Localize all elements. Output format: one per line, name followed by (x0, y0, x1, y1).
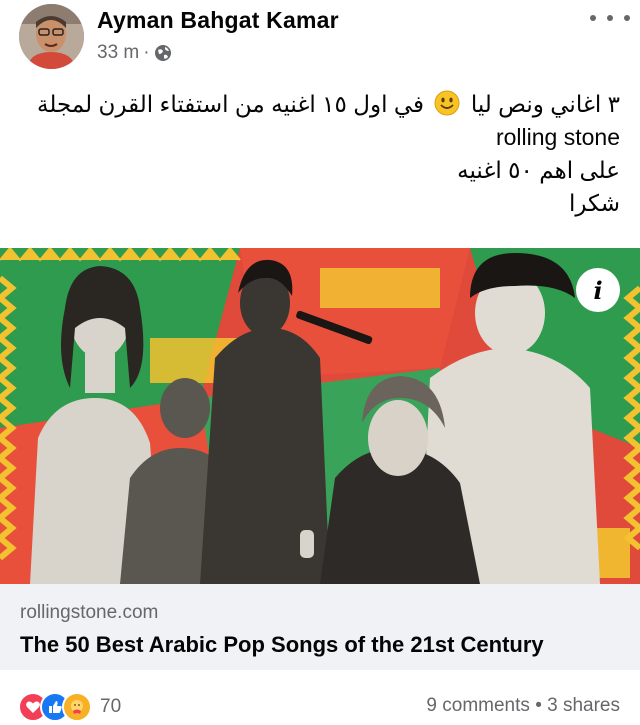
reaction-count[interactable]: 70 (100, 696, 121, 718)
link-preview-image[interactable] (0, 248, 640, 584)
more-options-button[interactable] (590, 10, 630, 26)
more-dot (590, 15, 596, 21)
comments-count[interactable]: 9 comments (426, 695, 529, 716)
info-button[interactable]: i (576, 268, 620, 312)
post-text: ٣ اغاني ونص ليا في اول ١٥ اغنيه من استفت… (20, 88, 620, 220)
post-text-line-2: rolling stone (495, 124, 620, 150)
more-dot (607, 15, 613, 21)
reactions-summary[interactable]: 70 (18, 692, 121, 722)
post-text-line-1: ٣ اغاني ونص ليا في اول ١٥ اغنيه من استفت… (20, 88, 620, 121)
author-name[interactable]: Ayman Bahgat Kamar (97, 7, 339, 34)
post-footer: 70 9 comments • 3 shares (0, 688, 640, 725)
slightly-smiling-face-emoji (434, 90, 460, 116)
post-header: Ayman Bahgat Kamar 33 m · (0, 0, 640, 80)
link-preview-box[interactable]: rollingstone.com The 50 Best Arabic Pop … (0, 584, 640, 670)
more-dot (624, 15, 630, 21)
meta-separator: · (143, 42, 150, 63)
care-icon (62, 692, 92, 722)
link-title[interactable]: The 50 Best Arabic Pop Songs of the 21st… (20, 632, 544, 658)
post-time[interactable]: 33 m (97, 42, 139, 64)
artists-collage (0, 248, 640, 584)
post-text-segment: في اول ١٥ اغنيه من استفتاء القرن لمجلة (37, 91, 425, 117)
post-text-line-3: على اهم ٥٠ اغنيه (457, 157, 620, 183)
post-text-line-4: شكرا (568, 190, 620, 216)
author-avatar[interactable] (19, 4, 84, 69)
shares-count[interactable]: 3 shares (547, 695, 620, 716)
post-text-segment: ٣ اغاني ونص ليا (470, 91, 620, 117)
link-domain: rollingstone.com (20, 602, 159, 623)
engagement-stats: 9 comments • 3 shares (426, 695, 620, 717)
globe-icon[interactable] (154, 44, 172, 62)
post-meta: 33 m · (97, 42, 172, 64)
avatar-photo (19, 4, 84, 69)
stats-separator: • (535, 695, 542, 716)
